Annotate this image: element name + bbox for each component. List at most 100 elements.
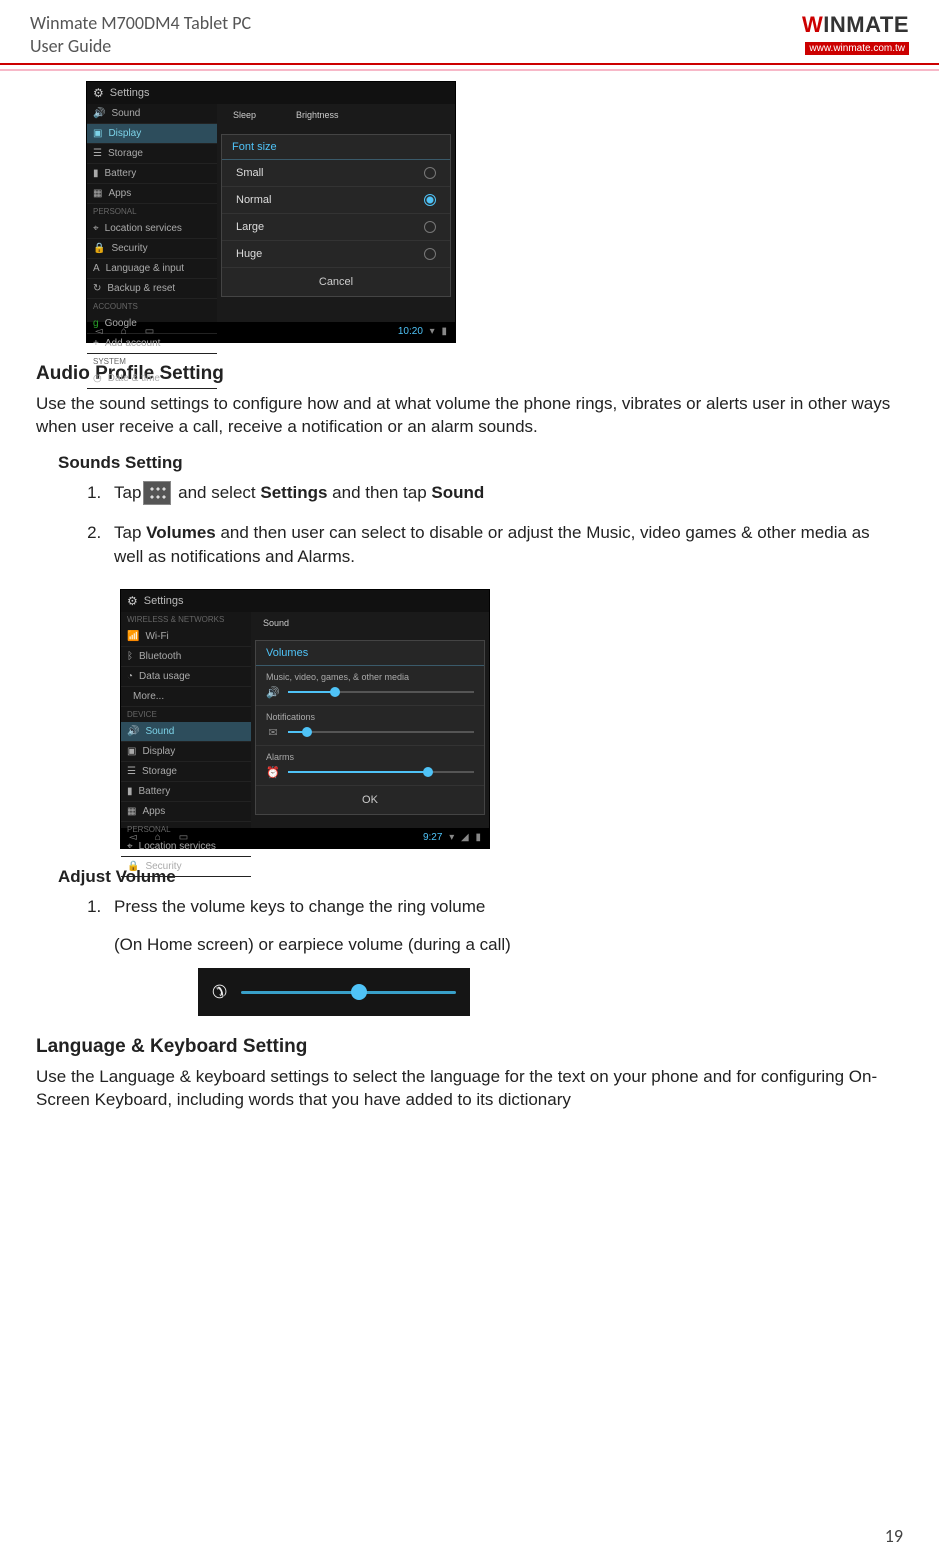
sidebar-item-battery[interactable]: ▮Battery (121, 782, 251, 802)
clock: 10:20 (398, 326, 423, 337)
audio-profile-body: Use the sound settings to configure how … (36, 393, 903, 439)
radio-icon (424, 167, 436, 179)
ss2-sidebar: WIRELESS & NETWORKS 📶Wi-Fi ᛒBluetooth ◔D… (121, 612, 251, 828)
notification-icon: ✉ (266, 726, 280, 739)
ss1-titlebar: ⚙ Settings (87, 82, 455, 104)
sidebar-cat-system: SYSTEM (87, 354, 217, 369)
header-left: Winmate M700DM4 Tablet PC User Guide (30, 12, 251, 59)
sidebar-item-display[interactable]: ▣Display (121, 742, 251, 762)
sidebar-item-data-usage[interactable]: ◔Data usage (121, 667, 251, 687)
sidebar-item-apps[interactable]: ▦Apps (121, 802, 251, 822)
logo-text: WINMATE (802, 12, 909, 38)
logo-url: www.winmate.com.tw (805, 42, 909, 55)
sidebar-item-battery[interactable]: ▮Battery (87, 164, 217, 184)
sidebar-item-storage[interactable]: ☰Storage (121, 762, 251, 782)
ss2-main-header: Sound (251, 612, 489, 634)
radio-icon (424, 248, 436, 260)
battery-icon: ▮ (475, 832, 481, 843)
media-slider[interactable] (288, 691, 474, 693)
vol-row-media: Music, video, games, & other media 🔊 (256, 666, 484, 706)
recent-icon[interactable]: ▭ (179, 832, 188, 843)
main-label-sleep: Sleep (233, 110, 256, 120)
ss2-main: Sound ✓ ✓ Volumes Music, video, games, &… (251, 612, 489, 828)
screenshot-font-size: ⚙ Settings 🔊Sound ▣Display ☰Storage ▮Bat… (86, 81, 456, 343)
wifi-icon: ▾ (430, 326, 435, 337)
adjust-step-1: Press the volume keys to change the ring… (106, 895, 903, 1017)
sidebar-item-sound[interactable]: 🔊Sound (87, 104, 217, 124)
sidebar-cat-wireless: WIRELESS & NETWORKS (121, 612, 251, 627)
notif-slider[interactable] (288, 731, 474, 733)
doc-type: User Guide (30, 35, 251, 58)
battery-icon: ▮ (441, 326, 447, 337)
page-content: ⚙ Settings 🔊Sound ▣Display ☰Storage ▮Bat… (30, 81, 909, 1112)
ss1-sidebar: 🔊Sound ▣Display ☰Storage ▮Battery ▦Apps … (87, 104, 217, 322)
sidebar-item-security[interactable]: 🔒Security (87, 239, 217, 259)
language-keyboard-body: Use the Language & keyboard settings to … (36, 1066, 903, 1112)
font-size-dialog: Font size Small Normal Large Huge Cancel (221, 134, 451, 297)
sidebar-item-bluetooth[interactable]: ᛒBluetooth (121, 647, 251, 667)
home-icon[interactable]: ⌂ (121, 326, 127, 337)
sidebar-item-security2[interactable]: 🔒Security (121, 857, 251, 877)
settings-icon: ⚙ (93, 86, 104, 100)
font-opt-large[interactable]: Large (222, 214, 450, 241)
font-opt-small[interactable]: Small (222, 160, 450, 187)
sidebar-item-apps[interactable]: ▦Apps (87, 184, 217, 204)
alarm-slider[interactable] (288, 771, 474, 773)
sidebar-cat-accounts: ACCOUNTS (87, 299, 217, 314)
vol-row-notifications: Notifications ✉ (256, 706, 484, 746)
ss1-main: Sleep Brightness Font size Small Normal … (217, 104, 455, 322)
recent-icon[interactable]: ▭ (145, 326, 154, 337)
screenshot-volumes: ⚙ Settings WIRELESS & NETWORKS 📶Wi-Fi ᛒB… (120, 589, 490, 849)
sidebar-item-backup[interactable]: ↻Backup & reset (87, 279, 217, 299)
sidebar-item-more[interactable]: More... (121, 687, 251, 707)
sounds-step-2: Tap Volumes and then user can select to … (106, 521, 903, 569)
settings-icon: ⚙ (127, 594, 138, 608)
sidebar-cat-personal: PERSONAL (87, 204, 217, 219)
back-icon[interactable]: ◅ (95, 326, 103, 337)
phone-icon: ✆ (212, 980, 227, 1005)
sidebar-item-wifi[interactable]: 📶Wi-Fi (121, 627, 251, 647)
sounds-steps: Tap and select Settings and then tap Sou… (106, 481, 903, 569)
heading-language-keyboard: Language & Keyboard Setting (36, 1036, 903, 1058)
sounds-step-1: Tap and select Settings and then tap Sou… (106, 481, 903, 506)
page-number: 19 (885, 1525, 903, 1547)
volume-bar-image: ✆ (198, 968, 470, 1016)
font-opt-huge[interactable]: Huge (222, 241, 450, 268)
volumes-dialog: Volumes Music, video, games, & other med… (255, 640, 485, 815)
font-opt-normal[interactable]: Normal (222, 187, 450, 214)
adjust-steps: Press the volume keys to change the ring… (106, 895, 903, 1017)
sidebar-item-storage[interactable]: ☰Storage (87, 144, 217, 164)
dialog-title: Font size (222, 135, 450, 160)
page-header: Winmate M700DM4 Tablet PC User Guide WIN… (30, 12, 909, 59)
volume-track[interactable] (241, 991, 456, 994)
back-icon[interactable]: ◅ (129, 832, 137, 843)
radio-icon (424, 221, 436, 233)
divider-red (0, 63, 939, 65)
dialog-title: Volumes (256, 641, 484, 666)
sidebar-item-location[interactable]: ⌖Location services (87, 219, 217, 239)
ok-button[interactable]: OK (256, 786, 484, 814)
sidebar-item-datetime[interactable]: ◷Date & time (87, 369, 217, 389)
ss1-title: Settings (110, 87, 150, 99)
sidebar-cat-device: DEVICE (121, 707, 251, 722)
radio-icon (424, 194, 436, 206)
product-name: Winmate M700DM4 Tablet PC (30, 12, 251, 35)
signal-icon: ◢ (461, 832, 469, 843)
heading-sounds-setting: Sounds Setting (58, 453, 903, 473)
vol-row-alarms: Alarms ⏰ (256, 746, 484, 786)
sidebar-item-sound[interactable]: 🔊Sound (121, 722, 251, 742)
sidebar-item-language[interactable]: ALanguage & input (87, 259, 217, 279)
sidebar-item-display[interactable]: ▣Display (87, 124, 217, 144)
clock: 9:27 (423, 832, 442, 843)
ss2-title: Settings (144, 595, 184, 607)
apps-grid-icon (143, 481, 171, 505)
home-icon[interactable]: ⌂ (155, 832, 161, 843)
wifi-icon: ▾ (449, 832, 454, 843)
adjust-sub: (On Home screen) or earpiece volume (dur… (114, 933, 903, 957)
winmate-logo: WINMATE www.winmate.com.tw (802, 12, 909, 56)
alarm-icon: ⏰ (266, 766, 280, 779)
divider-pink (0, 69, 939, 71)
cancel-button[interactable]: Cancel (222, 268, 450, 296)
main-label-brightness: Brightness (296, 110, 339, 120)
ss2-titlebar: ⚙ Settings (121, 590, 489, 612)
